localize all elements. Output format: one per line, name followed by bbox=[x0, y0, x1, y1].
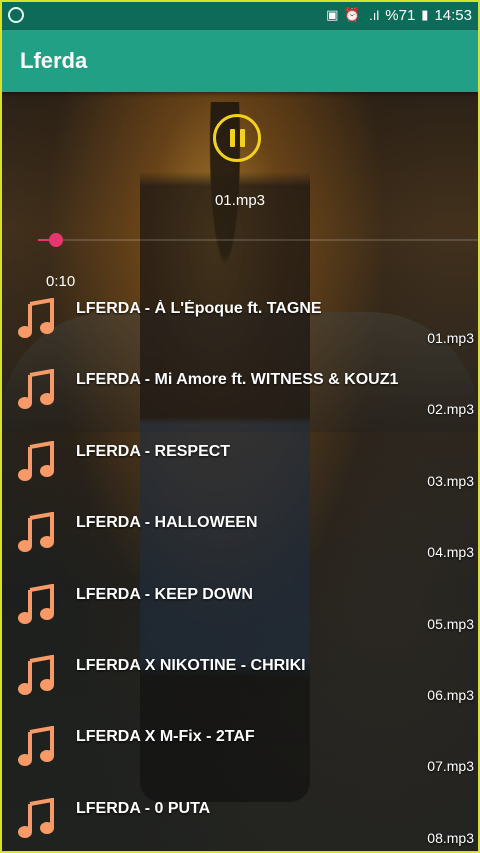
track-list-item[interactable]: LFERDA X NIKOTINE - CHRIKI 06.mp3 bbox=[0, 649, 480, 720]
track-file-name: 07.mp3 bbox=[427, 758, 474, 775]
track-list-item[interactable]: LFERDA - KEEP DOWN 05.mp3 bbox=[0, 578, 480, 649]
music-note-icon bbox=[18, 298, 54, 338]
track-title: LFERDA - HALLOWEEN bbox=[76, 514, 258, 532]
seek-thumb[interactable] bbox=[48, 233, 63, 247]
elapsed-time: 0:10 bbox=[46, 273, 76, 290]
track-title: LFERDA - À L'Époque ft. TAGNE bbox=[76, 300, 322, 317]
signal-icon: .ıl bbox=[366, 7, 380, 23]
track-list-item[interactable]: LFERDA X M-Fix - 2TAF 07.mp3 bbox=[0, 720, 480, 791]
track-list-item[interactable]: LFERDA - RESPECT 03.mp3 bbox=[0, 435, 480, 506]
track-list: LFERDA - À L'Époque ft. TAGNE 01.mp3 LFERD… bbox=[0, 292, 480, 853]
music-note-icon bbox=[18, 797, 54, 838]
track-list-item[interactable]: LFERDA - À L'Époque ft. TAGNE 01.mp3 bbox=[0, 292, 480, 363]
track-file-name: 03.mp3 bbox=[427, 472, 474, 489]
track-title: LFERDA - KEEP DOWN bbox=[76, 585, 253, 603]
track-list-item[interactable]: LFERDA - 0 PUTA 08.mp3 bbox=[0, 792, 480, 853]
pause-icon-bar bbox=[239, 129, 245, 147]
track-list-item[interactable]: LFERDA - HALLOWEEN 04.mp3 bbox=[0, 506, 480, 577]
music-note-icon bbox=[18, 583, 54, 624]
music-note-icon bbox=[18, 369, 54, 410]
track-file-name: 04.mp3 bbox=[427, 544, 474, 561]
track-title: LFERDA X M-Fix - 2TAF bbox=[76, 728, 255, 746]
now-playing-label: 01.mp3 bbox=[214, 192, 266, 209]
music-note-icon bbox=[18, 440, 54, 481]
app-title: Lferda bbox=[20, 48, 88, 73]
clock: 14:53 bbox=[434, 6, 472, 24]
player-panel: 01.mp3 0:10 bbox=[0, 92, 480, 292]
seek-track bbox=[38, 239, 480, 241]
music-note-icon bbox=[18, 654, 54, 695]
pause-button[interactable] bbox=[213, 114, 261, 162]
track-file-name: 08.mp3 bbox=[427, 829, 474, 846]
seek-bar[interactable] bbox=[38, 233, 480, 247]
track-title: LFERDA - Mi Amore ft. WITNESS & KOUZ1 bbox=[76, 371, 399, 389]
main-content: 01.mp3 0:10 LFERDA - À L'Époque ft. TAGN… bbox=[0, 92, 480, 853]
track-file-name: 02.mp3 bbox=[427, 401, 474, 418]
app-bar: Lferda bbox=[0, 30, 480, 92]
pause-icon bbox=[229, 129, 235, 147]
music-note-icon bbox=[18, 726, 54, 767]
track-title: LFERDA X NIKOTINE - CHRIKI bbox=[76, 656, 306, 674]
notification-icon bbox=[8, 7, 24, 23]
track-title: LFERDA - 0 PUTA bbox=[76, 799, 211, 817]
track-file-name: 01.mp3 bbox=[427, 330, 474, 346]
track-file-name: 05.mp3 bbox=[427, 615, 474, 632]
battery-icon: ▮ bbox=[421, 7, 429, 22]
track-title: LFERDA - RESPECT bbox=[76, 442, 231, 460]
lock-icon: ▣ bbox=[326, 7, 339, 22]
battery-percent: %71 bbox=[385, 6, 416, 24]
music-note-icon bbox=[18, 512, 54, 553]
alarm-icon: ⏰ bbox=[344, 7, 361, 22]
track-list-item[interactable]: LFERDA - Mi Amore ft. WITNESS & KOUZ1 02.… bbox=[0, 363, 480, 434]
track-file-name: 06.mp3 bbox=[427, 686, 474, 703]
status-bar: ▣ ⏰ .ıl %71 ▮ 14:53 bbox=[0, 0, 480, 30]
